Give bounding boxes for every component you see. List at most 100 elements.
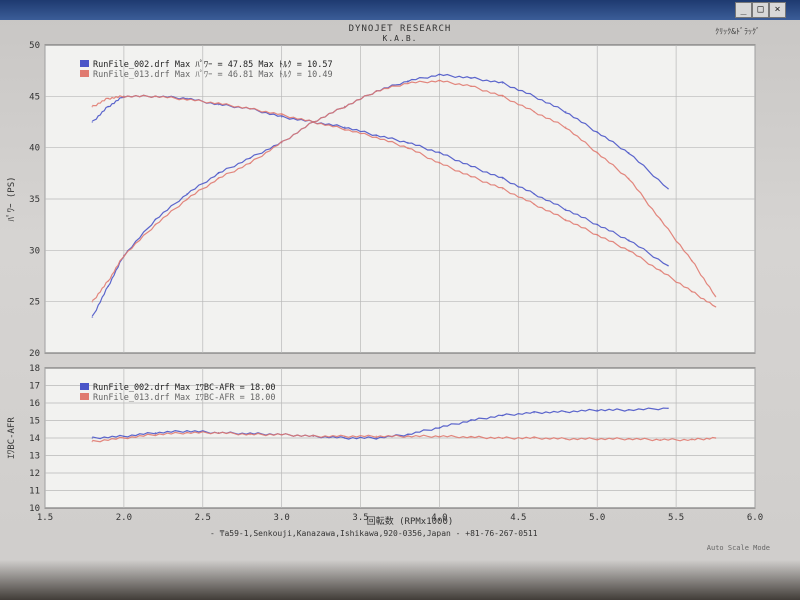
top-data-point — [91, 316, 94, 318]
top-data-point — [123, 254, 125, 257]
top-data-point — [407, 80, 409, 82]
top-data-point — [407, 141, 409, 144]
dyno-chart: 20 25 30 35 40 45 50 ﾊﾟﾜｰ (PS) RunFile_002.drf M… — [6, 41, 763, 527]
top-data-point — [91, 300, 94, 303]
bottom-data-point — [343, 437, 346, 439]
top-data-point — [438, 80, 441, 82]
bottom-data-point — [123, 435, 125, 438]
top-data-point — [667, 264, 670, 267]
top-data-point — [596, 152, 599, 154]
top-data-point — [375, 136, 378, 139]
top-data-point — [659, 218, 662, 221]
bottom-data-point — [407, 433, 409, 436]
top-data-point — [501, 177, 504, 180]
top-data-point — [501, 187, 504, 190]
top-legend-swatch — [80, 60, 89, 67]
top-data-point — [627, 249, 630, 252]
top-data-point — [438, 73, 441, 76]
top-legend-entry: RunFile_002.drf Max ﾊﾟﾜｰ = 47.85 Max ﾄﾙｸ… — [93, 60, 333, 70]
bottom-data-point — [123, 437, 125, 439]
bottom-data-point — [91, 437, 94, 439]
top-data-point — [375, 90, 378, 92]
top-data-point — [564, 208, 567, 211]
bottom-data-point — [375, 435, 378, 438]
bottom-data-point — [186, 430, 188, 432]
top-data-point — [714, 295, 717, 298]
top-data-point — [107, 97, 109, 100]
top-ytick-label: 25 — [29, 298, 40, 308]
top-data-point — [280, 141, 283, 144]
top-data-point — [564, 126, 567, 128]
xtick-label: 6.0 — [747, 513, 763, 523]
top-data-point — [312, 121, 315, 123]
top-data-point — [438, 152, 441, 154]
top-data-point — [627, 177, 630, 180]
bottom-data-point — [627, 409, 630, 411]
top-data-point — [186, 198, 188, 200]
bottom-ytick-label: 12 — [29, 469, 40, 479]
top-data-point — [154, 223, 157, 226]
top-data-point — [533, 203, 535, 205]
top-data-point — [217, 177, 220, 180]
top-data-point — [107, 285, 109, 288]
top-data-point — [627, 239, 630, 241]
top-data-point — [596, 223, 599, 226]
bottom-ytick-label: 13 — [29, 452, 40, 462]
monitor-bezel — [0, 560, 800, 600]
top-data-point — [249, 107, 251, 110]
xtick-label: 1.5 — [37, 513, 53, 523]
xtick-label: 5.0 — [589, 513, 605, 523]
bottom-data-point — [667, 407, 670, 410]
top-data-point — [470, 77, 472, 79]
top-data-point — [280, 116, 283, 118]
top-ytick-label: 20 — [29, 349, 40, 359]
top-data-point — [249, 157, 251, 159]
top-data-point — [186, 193, 188, 195]
bottom-data-point — [154, 431, 157, 434]
bottom-data-point — [533, 437, 535, 439]
x-axis-label: 回転数 (RPMx1000) — [367, 515, 454, 527]
bottom-data-point — [627, 438, 630, 440]
bottom-legend-entry: RunFile_002.drf Max ｴﾜBC-AFR = 18.00 — [93, 383, 276, 393]
bottom-ytick-label: 17 — [29, 382, 40, 392]
top-legend-swatch — [80, 70, 89, 77]
top-data-point — [91, 105, 94, 108]
top-data-point — [375, 134, 378, 137]
top-data-point — [691, 259, 693, 262]
bottom-data-point — [154, 433, 157, 436]
top-data-point — [217, 172, 220, 175]
top-data-point — [186, 98, 188, 101]
footer-status: Auto Scale Mode — [706, 544, 770, 552]
bottom-data-point — [596, 409, 599, 411]
top-ytick-label: 40 — [29, 144, 40, 154]
bottom-data-point — [186, 431, 188, 434]
bottom-data-point — [596, 438, 599, 440]
bottom-legend-swatch — [80, 393, 89, 400]
bottom-data-point — [691, 438, 693, 441]
top-data-point — [123, 95, 125, 98]
bottom-y-axis-label: ｴﾜBC-AFR — [7, 417, 17, 459]
top-data-point — [564, 218, 567, 221]
bottom-data-point — [343, 435, 346, 438]
top-data-point — [659, 270, 662, 272]
top-ytick-label: 35 — [29, 195, 40, 205]
bottom-data-point — [438, 435, 441, 438]
bottom-data-point — [564, 410, 567, 413]
dyno-screen: _ □ × DYNOJET RESEARCH K.A.B. ｸﾘｯｸ&ﾄﾞﾗｯｸ… — [0, 0, 800, 600]
top-data-point — [501, 95, 504, 98]
top-data-point — [627, 152, 630, 154]
bottom-data-point — [501, 414, 504, 417]
top-data-point — [343, 126, 346, 128]
top-data-point — [107, 105, 109, 108]
top-ytick-label: 50 — [29, 41, 40, 51]
xtick-label: 2.0 — [116, 513, 132, 523]
top-data-point — [596, 234, 599, 236]
top-data-point — [91, 121, 94, 123]
bottom-ytick-label: 15 — [29, 417, 40, 427]
bottom-data-point — [470, 436, 472, 438]
top-data-point — [154, 218, 157, 221]
top-data-point — [343, 105, 346, 108]
xtick-label: 5.5 — [668, 513, 684, 523]
bottom-data-point — [91, 440, 94, 443]
bottom-data-point — [659, 438, 662, 441]
